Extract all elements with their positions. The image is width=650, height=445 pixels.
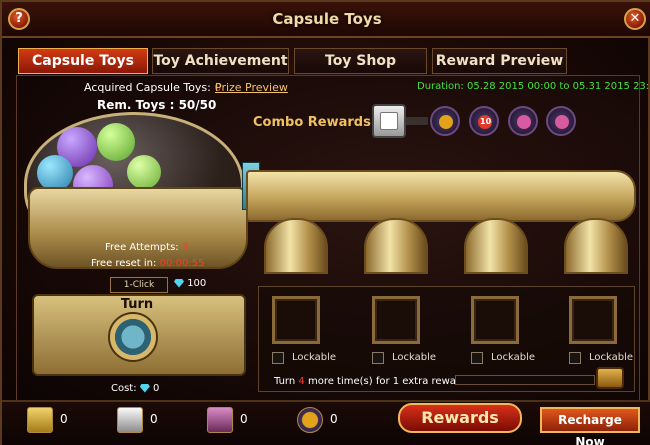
hint-suffix: more time(s) for 1 extra reward. bbox=[307, 376, 470, 387]
remaining-toys: Rem. Toys : 50/50 bbox=[97, 98, 217, 112]
extra-reward-hint: Turn 4 more time(s) for 1 extra reward. bbox=[274, 376, 469, 387]
reset-cost-value: 100 bbox=[187, 278, 207, 289]
free-attempts: Free Attempts: 3 bbox=[105, 242, 188, 253]
combo-item-0[interactable] bbox=[372, 104, 406, 138]
gold-scroll-icon[interactable] bbox=[27, 407, 53, 433]
reward-slot[interactable] bbox=[569, 296, 617, 344]
dispenser-pipe bbox=[246, 170, 636, 222]
reset-cost: 100 bbox=[174, 278, 206, 289]
treasure-chest-icon[interactable] bbox=[596, 367, 624, 389]
inventory-count: 0 bbox=[60, 412, 68, 426]
lock-label: Lockable bbox=[392, 352, 437, 363]
combo-badge: 10 bbox=[480, 117, 492, 126]
inventory-count: 0 bbox=[330, 412, 338, 426]
title-bar: ? Capsule Toys ✕ bbox=[2, 2, 650, 38]
reward-slot[interactable] bbox=[272, 296, 320, 344]
machine-body bbox=[28, 187, 248, 269]
pipe-outlet bbox=[264, 218, 328, 274]
free-reset: Free reset in: 00:00:55 bbox=[91, 258, 205, 269]
gold-medal-icon[interactable] bbox=[297, 407, 323, 433]
capsule-ball bbox=[127, 155, 161, 189]
turn-cost: Cost: 0 bbox=[111, 383, 159, 394]
combo-item-1[interactable] bbox=[430, 106, 460, 136]
tab-toy-shop[interactable]: Toy Shop bbox=[294, 48, 427, 74]
hint-prefix: Turn bbox=[274, 376, 296, 387]
reward-slot[interactable] bbox=[471, 296, 519, 344]
gold-medal-icon bbox=[439, 115, 453, 129]
cost-value: 0 bbox=[152, 383, 160, 394]
close-button[interactable]: ✕ bbox=[624, 8, 646, 30]
lock-label: Lockable bbox=[292, 352, 337, 363]
inventory-count: 0 bbox=[240, 412, 248, 426]
free-attempts-label: Free Attempts: bbox=[105, 242, 179, 253]
pipe-outlet bbox=[564, 218, 628, 274]
extra-reward-progress bbox=[455, 375, 595, 385]
scroll-icon bbox=[380, 112, 398, 130]
free-attempts-value: 3 bbox=[181, 242, 189, 253]
acquired-label: Acquired Capsule Toys: bbox=[84, 81, 211, 94]
combo-rewards-label: Combo Rewards : bbox=[253, 115, 381, 130]
capsule-toys-window: ? Capsule Toys ✕ Capsule Toys Toy Achiev… bbox=[0, 0, 650, 445]
free-reset-value: 00:00:55 bbox=[159, 258, 205, 269]
diamond-icon bbox=[174, 278, 184, 288]
combo-connector bbox=[406, 117, 428, 125]
tab-toy-achievement[interactable]: Toy Achievement bbox=[152, 48, 289, 74]
hint-count: 4 bbox=[298, 376, 305, 387]
free-reset-label: Free reset in: bbox=[91, 258, 157, 269]
combo-item-4[interactable] bbox=[546, 106, 576, 136]
duration-text: Duration: 05.28 2015 00:00 to 05.31 2015… bbox=[417, 81, 650, 92]
one-click-reset-button[interactable]: 1-Click Reset bbox=[110, 277, 168, 304]
turn-label: Turn bbox=[120, 297, 154, 312]
pipe-outlet bbox=[464, 218, 528, 274]
lock-checkbox[interactable] bbox=[471, 352, 483, 364]
lock-label: Lockable bbox=[589, 352, 634, 363]
capsule-ball bbox=[37, 155, 73, 191]
inventory-count: 0 bbox=[150, 412, 158, 426]
lock-checkbox[interactable] bbox=[569, 352, 581, 364]
prize-preview-link[interactable]: Prize Preview bbox=[215, 81, 288, 94]
purple-gem-icon bbox=[517, 115, 531, 129]
lock-checkbox[interactable] bbox=[272, 352, 284, 364]
window-title: Capsule Toys bbox=[272, 10, 382, 28]
lock-checkbox[interactable] bbox=[372, 352, 384, 364]
diamond-icon bbox=[139, 383, 150, 393]
lock-label: Lockable bbox=[491, 352, 536, 363]
reward-slot[interactable] bbox=[372, 296, 420, 344]
tab-reward-preview[interactable]: Reward Preview bbox=[432, 48, 567, 74]
pipe-outlet bbox=[364, 218, 428, 274]
rewards-button[interactable]: Rewards bbox=[398, 403, 522, 433]
purple-gem-icon bbox=[555, 115, 569, 129]
turn-knob-button[interactable] bbox=[108, 312, 158, 362]
combo-item-3[interactable] bbox=[508, 106, 538, 136]
recharge-now-button[interactable]: Recharge Now bbox=[540, 407, 640, 445]
pink-scroll-icon[interactable] bbox=[207, 407, 233, 433]
acquired-toys: Acquired Capsule Toys: 0 bbox=[84, 81, 221, 94]
tab-capsule-toys[interactable]: Capsule Toys bbox=[18, 48, 148, 74]
cost-label: Cost: bbox=[111, 383, 137, 394]
capsule-ball bbox=[97, 123, 135, 161]
silver-scroll-icon[interactable] bbox=[117, 407, 143, 433]
combo-item-2[interactable]: 10 bbox=[469, 106, 499, 136]
